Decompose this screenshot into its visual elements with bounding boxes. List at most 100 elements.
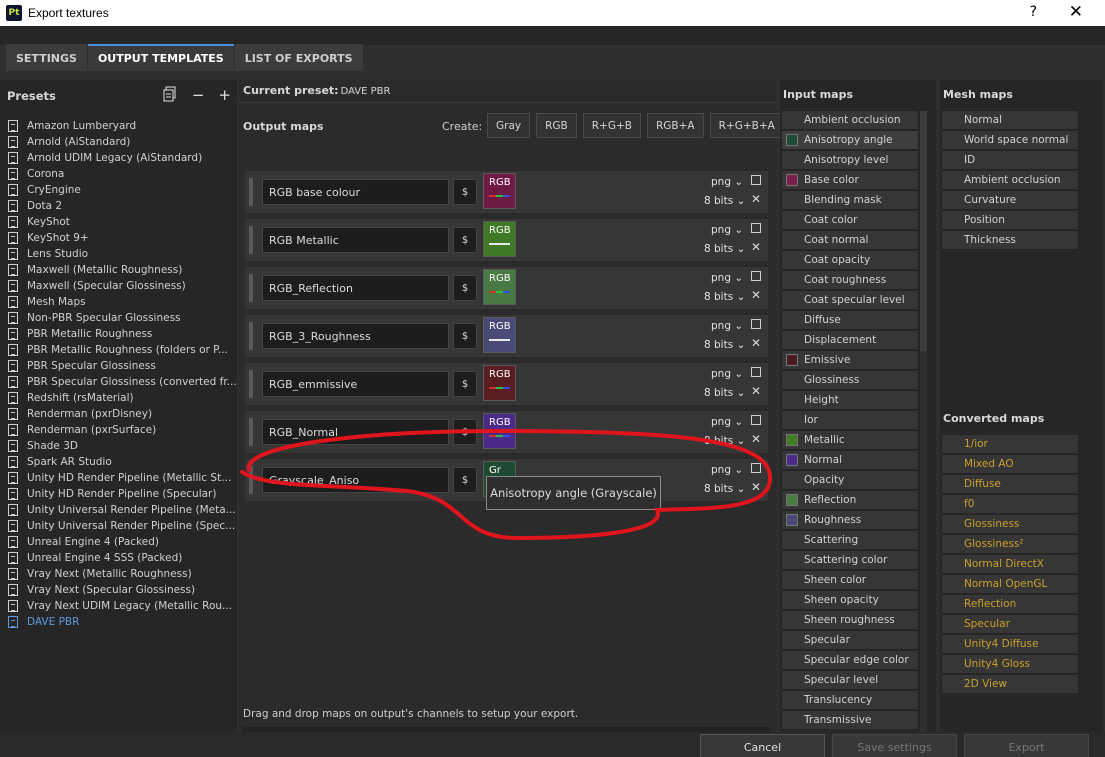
- preset-item[interactable]: DAVE PBR: [0, 614, 237, 630]
- map-chip[interactable]: Mixed AO: [942, 455, 1078, 473]
- drag-handle[interactable]: [249, 274, 253, 302]
- preset-item[interactable]: KeyShot 9+: [0, 230, 237, 246]
- map-chip[interactable]: Displacement: [782, 331, 918, 349]
- map-name-field[interactable]: RGB_3_Roughness: [262, 323, 449, 349]
- map-chip[interactable]: Diffuse: [942, 475, 1078, 493]
- duplicate-icon[interactable]: [751, 367, 761, 377]
- map-variable-button[interactable]: $: [453, 419, 477, 445]
- preset-item[interactable]: Unity Universal Render Pipeline (Spec...: [0, 518, 237, 534]
- map-chip[interactable]: Anisotropy angle: [782, 131, 918, 149]
- bit-depth-dropdown[interactable]: 8 bits ⌄: [704, 435, 745, 447]
- map-chip[interactable]: Specular: [782, 631, 918, 649]
- map-chip[interactable]: Specular: [942, 615, 1078, 633]
- bit-depth-dropdown[interactable]: 8 bits ⌄: [704, 195, 745, 207]
- map-chip[interactable]: Diffuse: [782, 311, 918, 329]
- format-dropdown[interactable]: png ⌄: [711, 224, 743, 236]
- map-variable-button[interactable]: $: [453, 227, 477, 253]
- preset-item[interactable]: PBR Metallic Roughness: [0, 326, 237, 342]
- duplicate-icon[interactable]: [751, 415, 761, 425]
- map-chip[interactable]: Reflection: [782, 491, 918, 509]
- map-chip[interactable]: World space normal: [942, 131, 1078, 149]
- preset-item[interactable]: Spark AR Studio: [0, 454, 237, 470]
- format-dropdown[interactable]: png ⌄: [711, 176, 743, 188]
- map-chip[interactable]: Roughness: [782, 511, 918, 529]
- bit-depth-dropdown[interactable]: 8 bits ⌄: [704, 291, 745, 303]
- preset-item[interactable]: Lens Studio: [0, 246, 237, 262]
- preset-item[interactable]: Unity HD Render Pipeline (Specular): [0, 486, 237, 502]
- map-chip[interactable]: Normal DirectX: [942, 555, 1078, 573]
- map-chip[interactable]: Normal: [942, 111, 1078, 129]
- copy-icon[interactable]: [162, 86, 178, 106]
- map-name-field[interactable]: RGB base colour: [262, 179, 449, 205]
- preset-item[interactable]: Unreal Engine 4 SSS (Packed): [0, 550, 237, 566]
- delete-icon[interactable]: ✕: [751, 192, 761, 206]
- map-chip[interactable]: Ambient occlusion: [782, 111, 918, 129]
- bit-depth-dropdown[interactable]: 8 bits ⌄: [704, 387, 745, 399]
- format-dropdown[interactable]: png ⌄: [711, 464, 743, 476]
- map-variable-button[interactable]: $: [453, 179, 477, 205]
- format-dropdown[interactable]: png ⌄: [711, 368, 743, 380]
- preset-item[interactable]: Maxwell (Metallic Roughness): [0, 262, 237, 278]
- map-chip[interactable]: Unity4 Diffuse: [942, 635, 1078, 653]
- delete-icon[interactable]: ✕: [751, 384, 761, 398]
- preset-item[interactable]: PBR Specular Glossiness: [0, 358, 237, 374]
- map-variable-button[interactable]: $: [453, 467, 477, 493]
- drag-handle[interactable]: [249, 178, 253, 206]
- duplicate-icon[interactable]: [751, 223, 761, 233]
- map-chip[interactable]: Coat normal: [782, 231, 918, 249]
- help-button[interactable]: ?: [1030, 4, 1037, 20]
- map-chip[interactable]: Ior: [782, 411, 918, 429]
- preset-item[interactable]: Vray Next (Specular Glossiness): [0, 582, 237, 598]
- plus-icon[interactable]: +: [218, 86, 231, 106]
- map-chip[interactable]: Normal: [782, 451, 918, 469]
- create-rgb-button[interactable]: RGB: [536, 113, 577, 138]
- preset-item[interactable]: Arnold UDIM Legacy (AiStandard): [0, 150, 237, 166]
- drag-handle[interactable]: [249, 322, 253, 350]
- create-rgb-a-button[interactable]: RGB+A: [646, 113, 704, 138]
- channel-slot[interactable]: RGB: [483, 269, 516, 305]
- map-chip[interactable]: Transmissive: [782, 711, 918, 729]
- map-name-field[interactable]: RGB_Normal: [262, 419, 449, 445]
- bit-depth-dropdown[interactable]: 8 bits ⌄: [704, 483, 745, 495]
- duplicate-icon[interactable]: [751, 175, 761, 185]
- map-chip[interactable]: Thickness: [942, 231, 1078, 249]
- delete-icon[interactable]: ✕: [751, 480, 761, 494]
- drag-handle[interactable]: [249, 466, 253, 494]
- map-chip[interactable]: Glossiness: [782, 371, 918, 389]
- preset-item[interactable]: Corona: [0, 166, 237, 182]
- map-chip[interactable]: Base color: [782, 171, 918, 189]
- map-chip[interactable]: Blending mask: [782, 191, 918, 209]
- delete-icon[interactable]: ✕: [751, 336, 761, 350]
- map-chip[interactable]: Scattering color: [782, 551, 918, 569]
- map-chip[interactable]: Specular edge color: [782, 651, 918, 669]
- map-chip[interactable]: Sheen roughness: [782, 611, 918, 629]
- map-chip[interactable]: Ambient occlusion: [942, 171, 1078, 189]
- preset-item[interactable]: Unity Universal Render Pipeline (Meta...: [0, 502, 237, 518]
- preset-item[interactable]: Dota 2: [0, 198, 237, 214]
- drag-handle[interactable]: [249, 226, 253, 254]
- map-chip[interactable]: Curvature: [942, 191, 1078, 209]
- channel-slot[interactable]: RGB: [483, 173, 516, 209]
- bit-depth-dropdown[interactable]: 8 bits ⌄: [704, 339, 745, 351]
- map-chip[interactable]: Sheen opacity: [782, 591, 918, 609]
- duplicate-icon[interactable]: [751, 271, 761, 281]
- preset-item[interactable]: Amazon Lumberyard: [0, 118, 237, 134]
- map-chip[interactable]: Coat specular level: [782, 291, 918, 309]
- map-chip[interactable]: Coat opacity: [782, 251, 918, 269]
- map-chip[interactable]: Glossiness: [942, 515, 1078, 533]
- channel-slot[interactable]: RGB: [483, 413, 516, 449]
- tab-output-templates[interactable]: OUTPUT TEMPLATES: [87, 44, 234, 71]
- map-chip[interactable]: Height: [782, 391, 918, 409]
- preset-item[interactable]: Non-PBR Specular Glossiness: [0, 310, 237, 326]
- preset-item[interactable]: Unreal Engine 4 (Packed): [0, 534, 237, 550]
- format-dropdown[interactable]: png ⌄: [711, 416, 743, 428]
- map-chip[interactable]: Specular level: [782, 671, 918, 689]
- map-chip[interactable]: Glossiness²: [942, 535, 1078, 553]
- duplicate-icon[interactable]: [751, 463, 761, 473]
- map-chip[interactable]: Coat roughness: [782, 271, 918, 289]
- map-variable-button[interactable]: $: [453, 371, 477, 397]
- map-chip[interactable]: Reflection: [942, 595, 1078, 613]
- map-chip[interactable]: f0: [942, 495, 1078, 513]
- map-variable-button[interactable]: $: [453, 323, 477, 349]
- delete-icon[interactable]: ✕: [751, 288, 761, 302]
